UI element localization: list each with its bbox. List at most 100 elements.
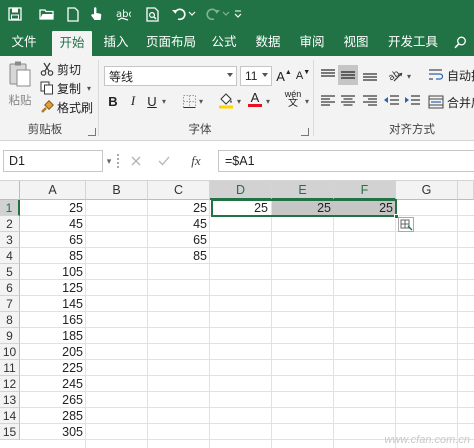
- cell-a8[interactable]: 165: [20, 312, 86, 328]
- font-name-combo[interactable]: 等线: [104, 66, 237, 86]
- formula-bar-grip[interactable]: [117, 154, 120, 168]
- row-header-8[interactable]: 8: [0, 312, 20, 328]
- cell-c1[interactable]: 25: [148, 200, 210, 216]
- cell-a11[interactable]: 225: [20, 360, 86, 376]
- underline-dropdown-icon[interactable]: ▾: [159, 92, 169, 110]
- column-header-c[interactable]: C: [148, 181, 210, 200]
- phonetic-guide-icon[interactable]: wén 文: [282, 89, 304, 109]
- row-header-11[interactable]: 11: [0, 360, 20, 376]
- bold-button[interactable]: B: [104, 92, 122, 110]
- cell-c3[interactable]: 65: [148, 232, 210, 248]
- decrease-indent-icon[interactable]: [382, 91, 402, 111]
- cancel-icon[interactable]: [126, 151, 146, 171]
- cell-a3[interactable]: 65: [20, 232, 86, 248]
- tab-home[interactable]: 开始: [52, 31, 92, 56]
- cell-a15[interactable]: 305: [20, 424, 86, 440]
- row-header-1[interactable]: 1: [0, 200, 20, 216]
- row-header-15[interactable]: 15: [0, 424, 20, 440]
- align-bottom-icon[interactable]: [360, 65, 380, 85]
- tab-file[interactable]: 文件: [4, 29, 44, 56]
- row-header-10[interactable]: 10: [0, 344, 20, 360]
- search-icon[interactable]: [450, 29, 470, 56]
- cell-a9[interactable]: 185: [20, 328, 86, 344]
- font-launcher-icon[interactable]: [301, 128, 309, 136]
- tab-data[interactable]: 数据: [250, 29, 286, 56]
- orientation-dropdown-icon[interactable]: ▾: [404, 67, 414, 85]
- copy-button[interactable]: 复制 ▾: [40, 80, 91, 96]
- font-color-dropdown-icon[interactable]: ▾: [263, 92, 273, 110]
- insert-function-icon[interactable]: fx: [184, 151, 208, 171]
- cell-e1[interactable]: 25: [272, 200, 334, 216]
- row-header-12[interactable]: 12: [0, 376, 20, 392]
- fill-color-dropdown-icon[interactable]: ▾: [234, 92, 244, 110]
- tab-insert[interactable]: 插入: [98, 29, 134, 56]
- align-center-icon[interactable]: [338, 91, 358, 111]
- column-header-e[interactable]: E: [272, 181, 334, 200]
- print-preview-icon[interactable]: [142, 4, 164, 24]
- orientation-icon[interactable]: ab: [386, 65, 406, 85]
- column-header-g[interactable]: G: [396, 181, 458, 200]
- cell-a2[interactable]: 45: [20, 216, 86, 232]
- name-box-dropdown-icon[interactable]: ▾: [103, 151, 115, 171]
- name-box[interactable]: D1: [3, 150, 103, 172]
- cell-a12[interactable]: 245: [20, 376, 86, 392]
- column-header-d[interactable]: D: [210, 181, 272, 200]
- cell-a14[interactable]: 285: [20, 408, 86, 424]
- wrap-text-button[interactable]: 自动换: [428, 66, 474, 84]
- cell-a4[interactable]: 85: [20, 248, 86, 264]
- cell-c2[interactable]: 45: [148, 216, 210, 232]
- tab-formulas[interactable]: 公式: [206, 29, 242, 56]
- align-left-icon[interactable]: [318, 91, 338, 111]
- copy-dropdown-icon[interactable]: ▾: [87, 84, 91, 93]
- cell-a13[interactable]: 265: [20, 392, 86, 408]
- increase-font-size-icon[interactable]: A ▲: [275, 67, 293, 85]
- borders-dropdown-icon[interactable]: ▾: [196, 92, 206, 110]
- font-color-icon[interactable]: A: [246, 90, 264, 108]
- tab-review[interactable]: 审阅: [294, 29, 330, 56]
- cut-button[interactable]: 剪切: [40, 61, 81, 77]
- phonetic-dropdown-icon[interactable]: ▾: [302, 92, 312, 110]
- customize-toolbar-icon[interactable]: abc: [112, 4, 134, 24]
- enter-check-icon[interactable]: [154, 151, 174, 171]
- save-icon[interactable]: [4, 4, 26, 24]
- cell-a5[interactable]: 105: [20, 264, 86, 280]
- cell-a6[interactable]: 125: [20, 280, 86, 296]
- cell-a10[interactable]: 205: [20, 344, 86, 360]
- row-header-9[interactable]: 9: [0, 328, 20, 344]
- touch-mode-icon[interactable]: [86, 4, 108, 24]
- column-header-a[interactable]: A: [20, 181, 86, 200]
- increase-indent-icon[interactable]: [403, 91, 423, 111]
- cell-c4[interactable]: 85: [148, 248, 210, 264]
- tab-page-layout[interactable]: 页面布局: [140, 29, 202, 56]
- fill-color-icon[interactable]: [217, 91, 235, 109]
- open-folder-icon[interactable]: [36, 4, 58, 24]
- paste-button[interactable]: 粘贴: [6, 60, 34, 116]
- align-right-icon[interactable]: [360, 91, 380, 111]
- row-header-13[interactable]: 13: [0, 392, 20, 408]
- row-header-4[interactable]: 4: [0, 248, 20, 264]
- column-header-b[interactable]: B: [86, 181, 148, 200]
- decrease-font-size-icon[interactable]: A ▼: [294, 67, 312, 85]
- cell-f1[interactable]: 25: [334, 200, 396, 216]
- row-header-3[interactable]: 3: [0, 232, 20, 248]
- tab-view[interactable]: 视图: [338, 29, 374, 56]
- select-all-corner[interactable]: [0, 181, 20, 200]
- cell-a1[interactable]: 25: [20, 200, 86, 216]
- worksheet-grid[interactable]: ABCDEFG 1 2 3 4 5 6 7 8 9 10 11 12 13 14 15 25 45 65 85 10…: [0, 180, 474, 448]
- undo-dropdown-icon[interactable]: [186, 4, 198, 24]
- clipboard-launcher-icon[interactable]: [88, 128, 96, 136]
- column-header-f[interactable]: F: [334, 181, 396, 200]
- tab-developer[interactable]: 开发工具: [382, 29, 444, 56]
- align-top-icon[interactable]: [318, 65, 338, 85]
- row-header-7[interactable]: 7: [0, 296, 20, 312]
- cell-a7[interactable]: 145: [20, 296, 86, 312]
- format-painter-button[interactable]: 格式刷: [40, 99, 93, 115]
- row-header-6[interactable]: 6: [0, 280, 20, 296]
- redo-dropdown-icon[interactable]: [220, 4, 232, 24]
- cell-d1[interactable]: 25: [210, 200, 272, 216]
- more-commands-icon[interactable]: [232, 4, 244, 24]
- formula-input[interactable]: =$A1: [218, 150, 474, 172]
- row-header-14[interactable]: 14: [0, 408, 20, 424]
- new-document-icon[interactable]: [62, 4, 84, 24]
- row-header-5[interactable]: 5: [0, 264, 20, 280]
